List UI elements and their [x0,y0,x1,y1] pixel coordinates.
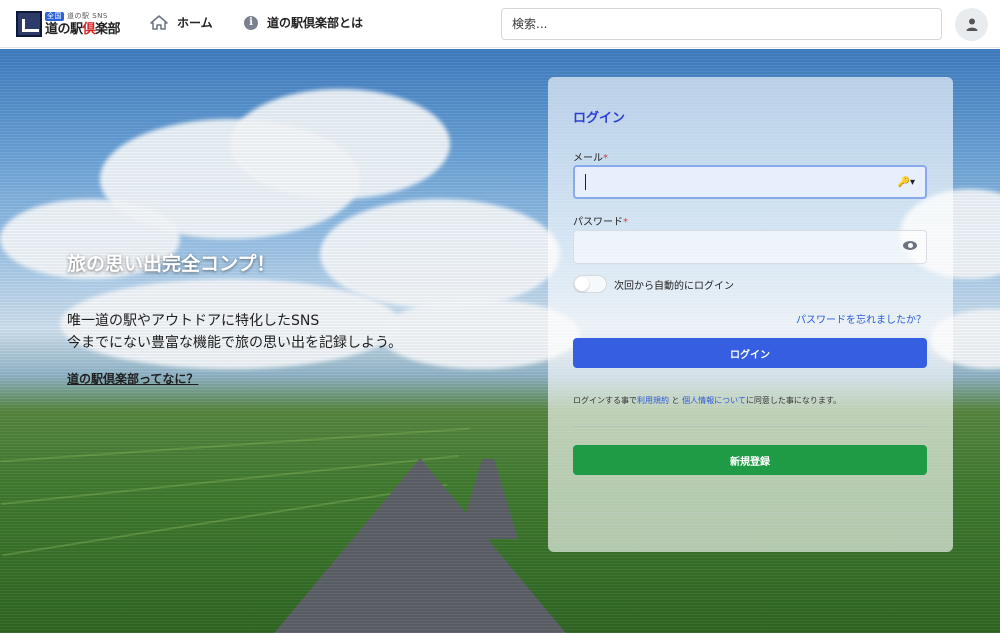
site-logo[interactable]: 全国 道の駅 SNS 道の駅倶楽部 [16,9,122,39]
email-label: メール* [573,153,608,164]
login-button[interactable]: ログイン [573,338,927,368]
info-icon: i [244,15,258,30]
home-icon [150,15,168,30]
key-dropdown-icon[interactable]: 🔑▾ [898,177,915,188]
user-icon [966,18,977,31]
remember-label: 次回から自動的にログイン [614,281,734,292]
email-field[interactable]: 🔑▾ [573,165,927,199]
remember-toggle[interactable] [573,275,607,293]
user-menu-button[interactable] [955,8,988,41]
forgot-password-link[interactable]: パスワードを忘れましたか？ [796,311,926,326]
nav-about-label: 道の駅倶楽部とは [267,16,364,30]
nav-about[interactable]: i 道の駅倶楽部とは [244,14,363,31]
login-title: ログイン [573,111,626,126]
top-header: 全国 道の駅 SNS 道の駅倶楽部 ホーム i 道の駅倶楽部とは [0,0,1000,48]
terms-link[interactable]: 利用規約 [637,396,669,405]
text-caret [585,174,586,190]
search-input[interactable] [501,8,942,40]
logo-subtext: 道の駅 SNS [67,12,108,20]
nav-home[interactable]: ホーム [150,14,213,31]
nav-home-label: ホーム [177,16,213,30]
logo-mark [16,11,42,37]
divider [573,426,927,427]
hero-description-line2: 今までにない豊富な機能で旅の思い出を記録しよう。 [67,335,403,351]
login-card: ログイン メール* 🔑▾ パスワード* 次回から自動的にログイン パスワードを忘… [548,77,953,552]
privacy-link[interactable]: 個人情報について [682,396,746,405]
register-button[interactable]: 新規登録 [573,445,927,475]
logo-tag: 全国 [45,12,64,21]
password-field[interactable] [573,230,927,264]
divider [548,513,953,514]
password-label: パスワード* [573,217,628,228]
terms-notice: ログインする事で利用規約 と 個人情報についてに同意した事になります。 [573,396,842,405]
about-link[interactable]: 道の駅倶楽部ってなに？ [67,370,198,387]
logo-title: 道の駅倶楽部 [45,22,121,37]
hero-description-line1: 唯一道の駅やアウトドアに特化したSNS [67,313,320,329]
hero-tagline: 旅の思い出完全コンプ！ [67,253,276,275]
eye-icon[interactable] [903,241,917,250]
